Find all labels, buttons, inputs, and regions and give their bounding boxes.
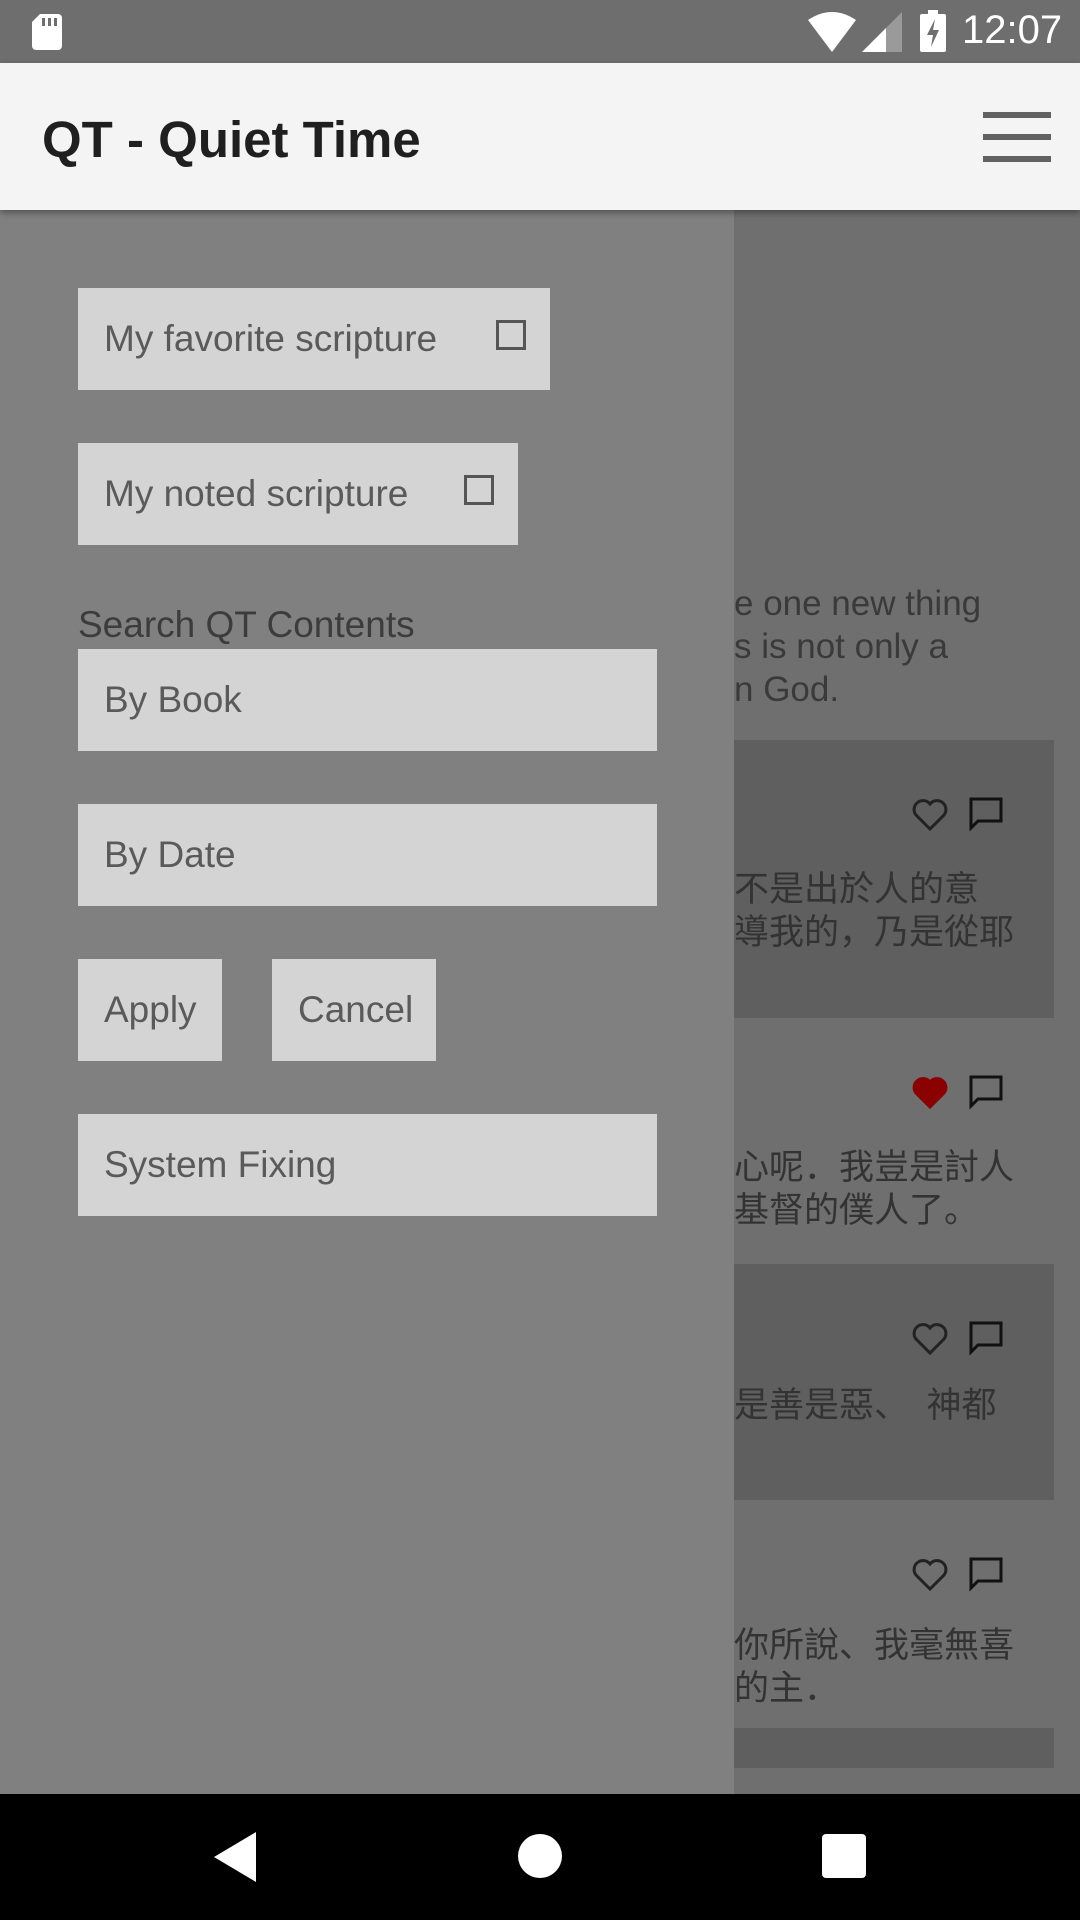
heart-outline-icon[interactable] xyxy=(912,1322,948,1356)
comment-icon[interactable] xyxy=(968,1556,1004,1592)
scripture-card[interactable]: 不是出於人的意 導我的，乃是從耶 xyxy=(734,740,1054,1018)
favorite-scripture-filter[interactable]: My favorite scripture xyxy=(78,288,550,390)
cancel-button[interactable]: Cancel xyxy=(272,959,436,1061)
home-icon[interactable] xyxy=(518,1834,562,1878)
navigation-drawer: My favorite scripture My noted scripture… xyxy=(0,210,734,1794)
heart-outline-icon[interactable] xyxy=(912,1558,948,1592)
noted-scripture-label: My noted scripture xyxy=(104,473,409,514)
scripture-card[interactable]: 是善是惡、 神都 xyxy=(734,1264,1054,1500)
feed-intro: e one new thing s is not only a n God. xyxy=(734,582,1064,711)
noted-scripture-filter[interactable]: My noted scripture xyxy=(78,443,518,545)
app-title: QT - Quiet Time xyxy=(42,111,421,168)
hamburger-menu-icon[interactable] xyxy=(983,112,1051,162)
intro-line: n God. xyxy=(734,670,840,709)
apply-button[interactable]: Apply xyxy=(78,959,222,1061)
scripture-card[interactable]: 心呢．我豈是討人 基督的僕人了。 xyxy=(734,1018,1054,1264)
noted-checkbox[interactable] xyxy=(464,475,494,505)
card-text-line: 你所說、我毫無喜 xyxy=(734,1626,1015,1665)
card-text-line: 基督的僕人了。 xyxy=(734,1191,980,1230)
comment-icon[interactable] xyxy=(968,796,1004,832)
heart-filled-icon[interactable] xyxy=(912,1076,948,1110)
card-text-line: 導我的，乃是從耶 xyxy=(734,913,1015,952)
heart-outline-icon[interactable] xyxy=(912,798,948,832)
card-text-line: 是善是惡、 神都 xyxy=(734,1386,997,1425)
card-text-line: 的主． xyxy=(734,1669,840,1708)
wifi-icon xyxy=(808,12,856,52)
recents-icon[interactable] xyxy=(822,1834,866,1878)
feed-background: e one new thing s is not only a n God. 不… xyxy=(734,210,1080,1794)
battery-charging-icon xyxy=(920,10,946,52)
card-text-line: 不是出於人的意 xyxy=(734,870,980,909)
by-book-button[interactable]: By Book xyxy=(78,649,657,751)
scripture-card[interactable] xyxy=(734,1728,1054,1768)
scripture-card[interactable]: 你所說、我毫無喜 的主． xyxy=(734,1500,1054,1736)
by-date-button[interactable]: By Date xyxy=(78,804,657,906)
app-bar: QT - Quiet Time xyxy=(0,63,1080,210)
intro-line: e one new thing xyxy=(734,584,982,623)
signal-icon xyxy=(862,12,902,52)
search-heading: Search QT Contents xyxy=(78,604,415,645)
status-bar: 12:07 xyxy=(0,0,1080,63)
card-text-line: 心呢．我豈是討人 xyxy=(734,1148,1015,1187)
favorite-checkbox[interactable] xyxy=(496,320,526,350)
system-nav-bar xyxy=(0,1794,1080,1920)
comment-icon[interactable] xyxy=(968,1320,1004,1356)
status-time: 12:07 xyxy=(962,8,1063,52)
comment-icon[interactable] xyxy=(968,1074,1004,1110)
sd-card-icon xyxy=(32,14,62,50)
back-icon[interactable] xyxy=(214,1832,256,1882)
system-fixing-button[interactable]: System Fixing xyxy=(78,1114,657,1216)
intro-line: s is not only a xyxy=(734,627,948,666)
favorite-scripture-label: My favorite scripture xyxy=(104,318,438,359)
